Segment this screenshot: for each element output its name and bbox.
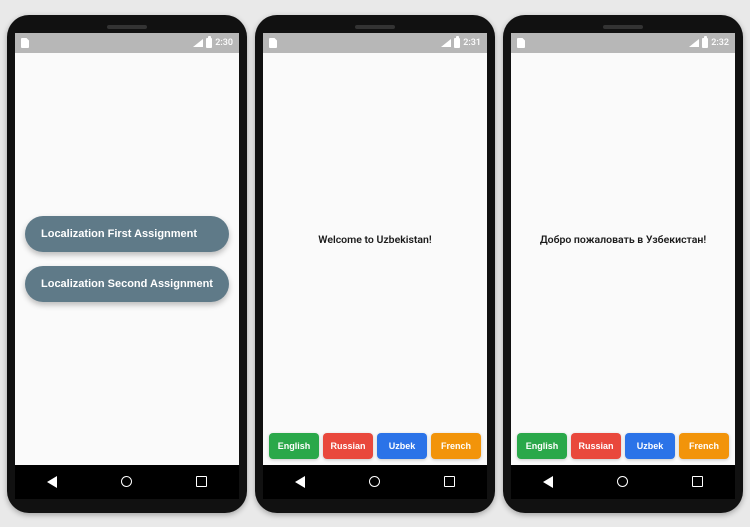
notification-doc-icon (269, 38, 277, 48)
uzbek-button[interactable]: Uzbek (625, 433, 675, 459)
welcome-text: Добро пожаловать в Узбекистан! (511, 53, 735, 427)
status-bar: 2:31 (263, 33, 487, 53)
uzbek-button[interactable]: Uzbek (377, 433, 427, 459)
french-button[interactable]: French (679, 433, 729, 459)
nav-recent-icon[interactable] (692, 476, 703, 487)
signal-icon (689, 39, 699, 47)
nav-home-icon[interactable] (369, 476, 380, 487)
screen-3: 2:32 Добро пожаловать в Узбекистан! Engl… (511, 33, 735, 499)
language-button-row: English Russian Uzbek French (511, 427, 735, 465)
speaker-slot (603, 25, 643, 29)
speaker-slot (107, 25, 147, 29)
nav-home-icon[interactable] (121, 476, 132, 487)
status-bar: 2:32 (511, 33, 735, 53)
android-nav-bar (511, 465, 735, 499)
clock-text: 2:32 (711, 38, 729, 48)
clock-text: 2:31 (463, 38, 481, 48)
clock-text: 2:30 (215, 38, 233, 48)
battery-icon (454, 38, 460, 48)
nav-back-icon[interactable] (543, 476, 553, 488)
phone-frame-2: 2:31 Welcome to Uzbekistan! English Russ… (255, 15, 495, 513)
screen-2: 2:31 Welcome to Uzbekistan! English Russ… (263, 33, 487, 499)
localization-first-button[interactable]: Localization First Assignment (25, 216, 229, 252)
nav-recent-icon[interactable] (196, 476, 207, 487)
french-button[interactable]: French (431, 433, 481, 459)
welcome-text: Welcome to Uzbekistan! (263, 53, 487, 427)
screen-1: 2:30 Localization First Assignment Local… (15, 33, 239, 499)
phone-frame-3: 2:32 Добро пожаловать в Узбекистан! Engl… (503, 15, 743, 513)
notification-doc-icon (517, 38, 525, 48)
signal-icon (193, 39, 203, 47)
nav-recent-icon[interactable] (444, 476, 455, 487)
android-nav-bar (263, 465, 487, 499)
status-bar: 2:30 (15, 33, 239, 53)
app-content-3: Добро пожаловать в Узбекистан! English R… (511, 53, 735, 465)
nav-home-icon[interactable] (617, 476, 628, 487)
english-button[interactable]: English (517, 433, 567, 459)
android-nav-bar (15, 465, 239, 499)
signal-icon (441, 39, 451, 47)
nav-back-icon[interactable] (47, 476, 57, 488)
phone-frame-1: 2:30 Localization First Assignment Local… (7, 15, 247, 513)
nav-back-icon[interactable] (295, 476, 305, 488)
english-button[interactable]: English (269, 433, 319, 459)
russian-button[interactable]: Russian (571, 433, 621, 459)
battery-icon (702, 38, 708, 48)
app-content-1: Localization First Assignment Localizati… (15, 53, 239, 465)
battery-icon (206, 38, 212, 48)
notification-doc-icon (21, 38, 29, 48)
language-button-row: English Russian Uzbek French (263, 427, 487, 465)
speaker-slot (355, 25, 395, 29)
russian-button[interactable]: Russian (323, 433, 373, 459)
localization-second-button[interactable]: Localization Second Assignment (25, 266, 229, 302)
app-content-2: Welcome to Uzbekistan! English Russian U… (263, 53, 487, 465)
